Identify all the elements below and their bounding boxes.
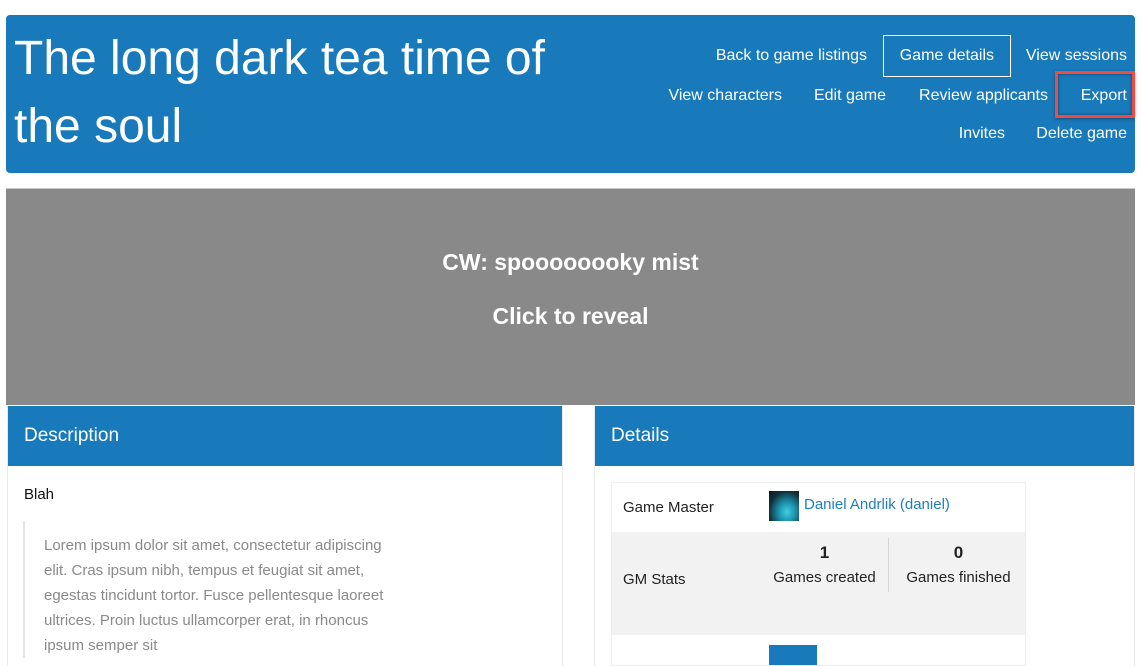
nav-back-to-game-listings[interactable]: Back to game listings [716, 46, 867, 66]
content-warning-title: CW: spoooooooky mist [442, 249, 699, 275]
click-to-reveal-button[interactable]: Click to reveal [6, 303, 1135, 330]
game-master-label: Game Master [623, 499, 714, 516]
nav-game-details[interactable]: Game details [882, 35, 1011, 77]
details-next-button[interactable] [769, 645, 817, 665]
nav-invites[interactable]: Invites [959, 124, 1005, 144]
details-heading: Details [595, 406, 1134, 466]
nav-export[interactable]: Export [1081, 86, 1127, 106]
games-finished-stat: 0 Games finished [890, 542, 1027, 590]
game-title: The long dark tea time of the soul [14, 32, 545, 153]
nav-review-applicants[interactable]: Review applicants [919, 86, 1048, 106]
nav-view-sessions[interactable]: View sessions [1026, 46, 1127, 66]
game-master-link[interactable]: Daniel Andrlik (daniel) [804, 496, 950, 513]
gm-stats-label: GM Stats [623, 571, 686, 588]
nav-delete-game[interactable]: Delete game [1036, 124, 1127, 144]
games-finished-label: Games finished [906, 569, 1011, 586]
games-created-stat: 1 Games created [762, 542, 887, 590]
details-table: Game Master Daniel Andrlik (daniel) GM S… [611, 482, 1026, 666]
details-panel: Details Game Master Daniel Andrlik (dani… [594, 406, 1135, 666]
stats-divider [888, 538, 889, 592]
details-next-row [612, 635, 1025, 665]
content-warning-overlay[interactable]: CW: spoooooooky mist Click to reveal [6, 188, 1135, 405]
games-created-label: Games created [773, 569, 876, 586]
description-panel: Description Blah Lorem ipsum dolor sit a… [7, 406, 563, 666]
description-blockquote: Lorem ipsum dolor sit amet, consectetur … [23, 521, 403, 658]
nav-edit-game[interactable]: Edit game [814, 86, 886, 106]
gm-stats-row: GM Stats 1 Games created 0 Games finishe… [612, 532, 1025, 635]
games-created-value: 1 [819, 543, 830, 562]
games-finished-value: 0 [953, 543, 964, 562]
game-nav: Back to game listings Game details View … [615, 15, 1135, 173]
game-master-row: Game Master Daniel Andrlik (daniel) [612, 483, 1025, 532]
description-text: Blah [24, 486, 55, 503]
description-heading: Description [8, 406, 562, 466]
gm-avatar[interactable] [769, 491, 799, 521]
nav-view-characters[interactable]: View characters [668, 86, 782, 106]
game-header: The long dark tea time of the soul Back … [6, 15, 1135, 173]
